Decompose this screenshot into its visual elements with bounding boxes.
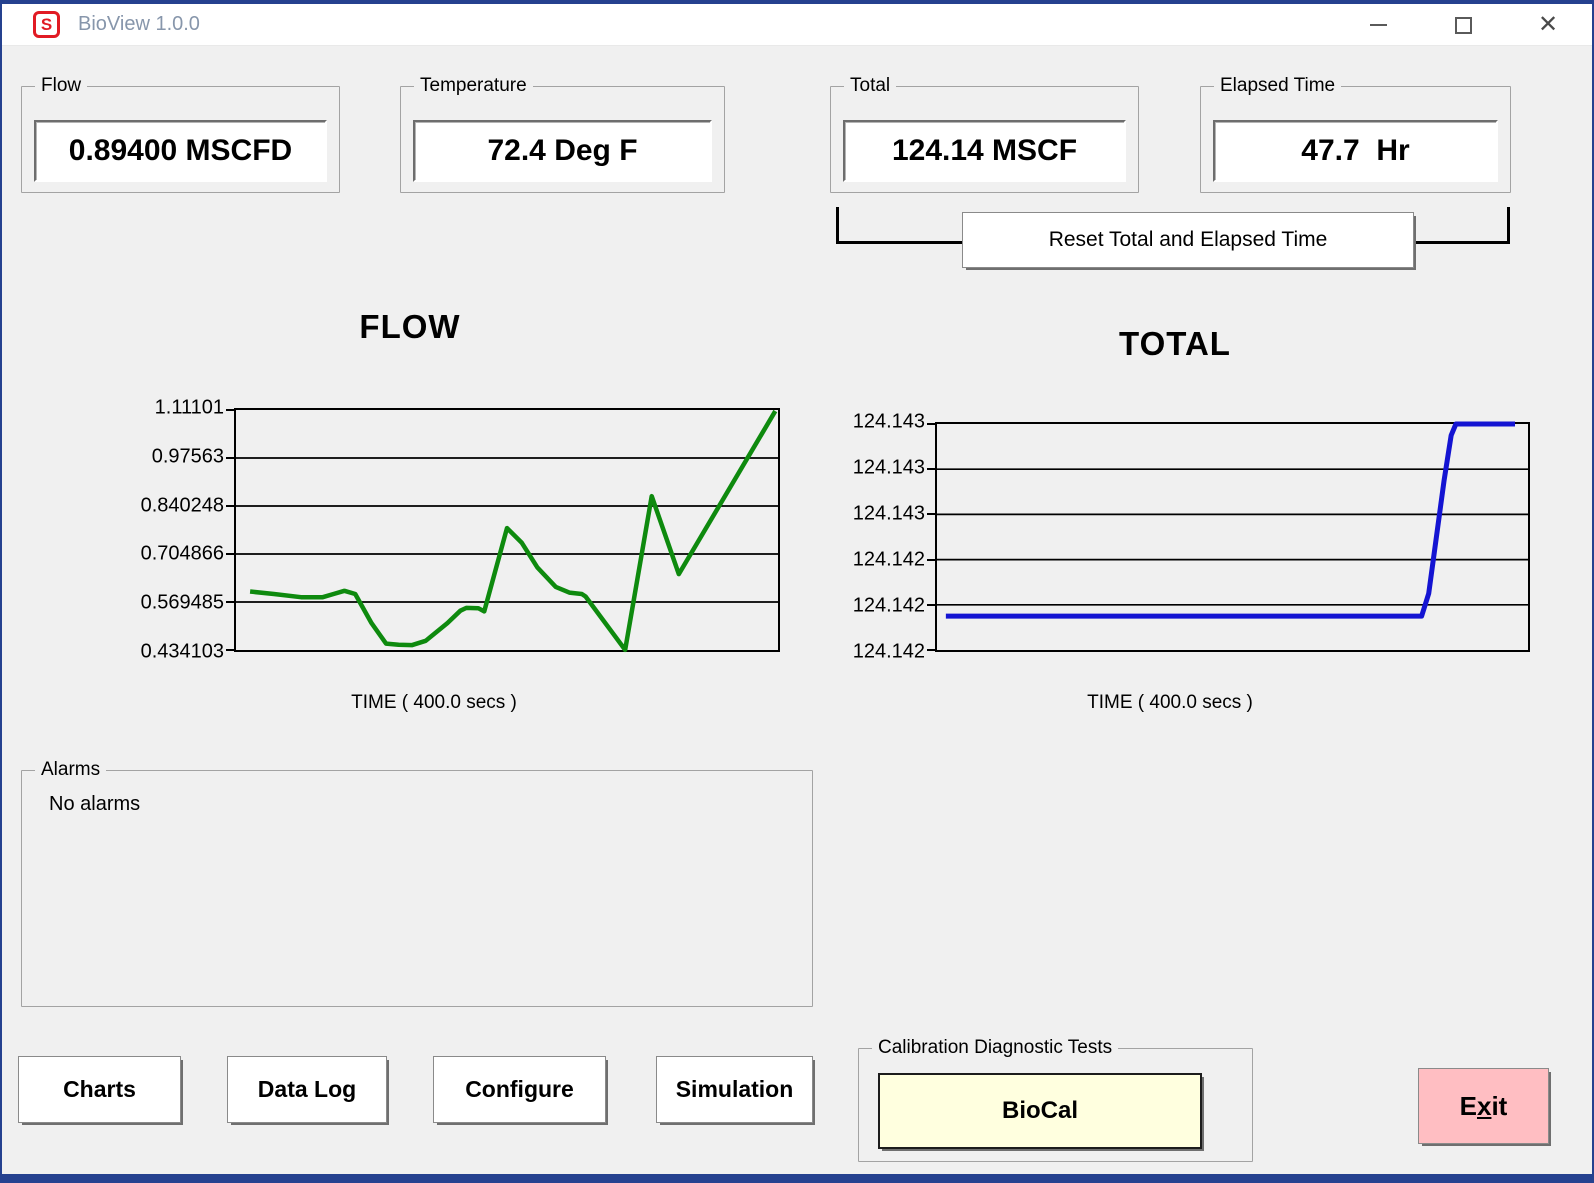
flow-value-display: 0.89400 MSCFD [34,120,327,182]
total-groupbox: Total 124.14 MSCF [830,86,1139,193]
app-logo-icon: S [33,11,60,38]
y-tick-label: 124.142 [853,641,925,664]
y-tick-label: 1.11101 [155,397,224,420]
window-title: BioView 1.0.0 [78,13,200,36]
close-button[interactable]: ✕ [1525,4,1571,46]
flow-group-label: Flow [35,75,87,97]
y-tick-mark [927,649,936,651]
y-tick-label: 0.704866 [141,543,224,566]
temperature-groupbox: Temperature 72.4 Deg F [400,86,725,193]
y-tick-mark [226,505,235,507]
calibration-group-label: Calibration Diagnostic Tests [872,1037,1118,1059]
y-tick-mark [927,468,936,470]
close-icon: ✕ [1538,13,1558,37]
reset-total-elapsed-button[interactable]: Reset Total and Elapsed Time [962,212,1414,268]
y-tick-label: 0.569485 [141,592,224,615]
minimize-button[interactable] [1355,4,1401,46]
total-chart-plot-area [935,422,1530,652]
alarms-groupbox: Alarms No alarms [21,770,813,1007]
y-tick-mark [226,649,235,651]
flow-chart-plot-area [234,408,780,652]
elapsed-time-value-display: 47.7 Hr [1213,120,1498,182]
total-chart-y-axis-labels: 124.143124.143124.143124.142124.142124.1… [820,422,935,652]
alarms-status-text: No alarms [49,793,140,816]
flow-chart: FLOW 1.11101 0.97563 0.840248 0.704866 0.569… [120,300,785,730]
y-tick-mark [226,457,235,459]
minimize-icon [1370,24,1387,26]
titlebar: S BioView 1.0.0 ✕ [2,4,1592,46]
exit-button-label: Exit [1460,1091,1508,1122]
flow-chart-title: FLOW [300,308,520,346]
reset-bracket-left-vertical [836,207,839,244]
y-tick-label: 0.97563 [152,445,224,468]
elapsed-time-group-label: Elapsed Time [1214,75,1341,97]
bioview-window: S BioView 1.0.0 ✕ Flow 0.89400 MSCFD Tem… [0,0,1594,1183]
calibration-groupbox: Calibration Diagnostic Tests BioCal [858,1048,1253,1162]
simulation-button[interactable]: Simulation [656,1056,813,1123]
y-tick-label: 124.142 [853,595,925,618]
reset-bracket-right-vertical [1507,207,1510,244]
y-tick-label: 0.840248 [141,494,224,517]
flow-groupbox: Flow 0.89400 MSCFD [21,86,340,193]
exit-button[interactable]: Exit [1418,1068,1549,1144]
y-tick-label: 124.143 [853,503,925,526]
total-chart-title: TOTAL [1065,325,1285,363]
y-tick-mark [927,604,936,606]
total-chart: TOTAL 124.143 124.143 124.143 124.142 124.14… [820,300,1545,730]
y-tick-label: 124.143 [853,411,925,434]
total-value-display: 124.14 MSCF [843,120,1126,182]
data-log-button[interactable]: Data Log [227,1056,387,1123]
biocal-button[interactable]: BioCal [878,1073,1202,1149]
configure-button[interactable]: Configure [433,1056,606,1123]
maximize-icon [1455,17,1472,34]
total-chart-x-axis-caption: TIME ( 400.0 secs ) [870,692,1470,714]
y-tick-mark [927,513,936,515]
temperature-group-label: Temperature [414,75,533,97]
reset-bracket-right-horizontal [1412,241,1510,244]
window-left-border [0,0,2,1183]
y-tick-mark [226,601,235,603]
y-tick-mark [927,423,936,425]
y-tick-label: 0.434103 [141,641,224,664]
maximize-button[interactable] [1440,4,1486,46]
y-tick-mark [927,559,936,561]
y-tick-mark [226,553,235,555]
y-tick-label: 124.142 [853,549,925,572]
window-bottom-border [0,1174,1594,1183]
flow-chart-x-axis-caption: TIME ( 400.0 secs ) [134,692,734,714]
temperature-value-display: 72.4 Deg F [413,120,712,182]
alarms-group-label: Alarms [35,759,106,781]
total-group-label: Total [844,75,896,97]
charts-button[interactable]: Charts [18,1056,181,1123]
elapsed-time-groupbox: Elapsed Time 47.7 Hr [1200,86,1511,193]
y-tick-mark [226,409,235,411]
flow-chart-y-axis-labels: 1.111010.975630.8402480.7048660.5694850.… [120,408,234,652]
reset-bracket-left-horizontal [836,241,964,244]
window-top-border [0,0,1594,4]
y-tick-label: 124.143 [853,457,925,480]
